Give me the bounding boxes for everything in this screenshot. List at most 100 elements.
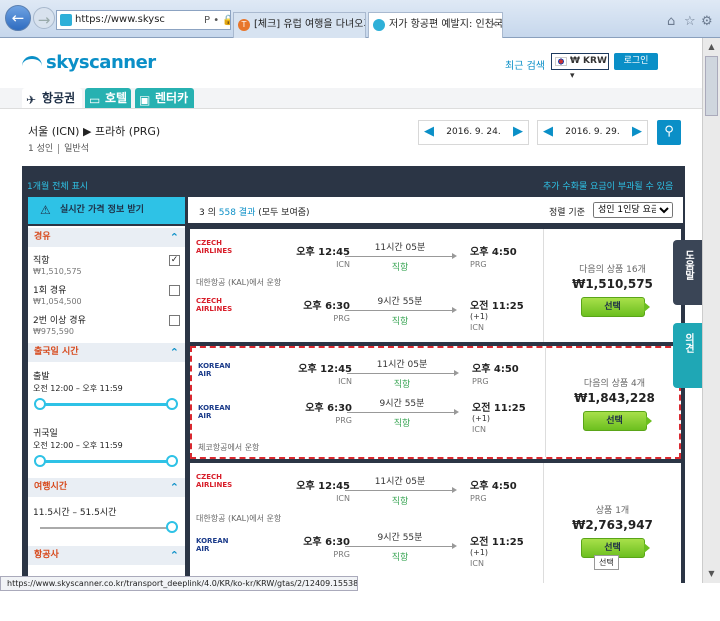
next-date-icon[interactable]: ▶ xyxy=(632,124,642,139)
filter-panel: 경유 ⌃ 직항 ₩1,510,575 ✓ 1회 경유 ₩1,054,500 2번 이상… xyxy=(28,226,185,583)
slider-handle-min[interactable] xyxy=(34,455,46,467)
sort-label: 정렬 기준 xyxy=(549,208,585,218)
return-leg: CZECH AIRLINES 오후 6:30 PRG 9시간 55분 직항 오전 1… xyxy=(190,287,543,339)
return-time-label: 귀국일 오전 12:00 – 오후 11:59 xyxy=(33,429,123,450)
tab-label: 저가 항공편 예발지: 인천국... xyxy=(389,19,503,30)
deal-count: 상품 1개 xyxy=(595,506,630,516)
airline-logo: CZECH AIRLINES xyxy=(196,297,233,313)
slider-handle-min[interactable] xyxy=(34,398,46,410)
login-button[interactable]: 로그인 xyxy=(614,53,658,70)
depart-time: 오후 12:45 ICN xyxy=(296,481,350,503)
scroll-up-icon[interactable]: ▲ xyxy=(705,40,718,54)
duration-filter-header[interactable]: 여행시간 ⌃ xyxy=(28,478,185,497)
result-card[interactable]: CZECH AIRLINES 오후 12:45 ICN 11시간 05분 직항 오후… xyxy=(190,229,681,342)
back-button[interactable]: ← xyxy=(5,5,31,31)
favorites-icon[interactable]: ☆ xyxy=(684,14,696,29)
recent-searches-link[interactable]: 최근 검색 xyxy=(505,57,545,72)
home-icon[interactable]: ⌂ xyxy=(667,14,675,29)
outbound-time-label: 출발 오전 12:00 – 오후 11:59 xyxy=(33,372,123,393)
tab-favicon: T xyxy=(238,19,250,31)
price-box: 다음의 상품 4개 ₩1,843,228 선택 xyxy=(546,376,683,431)
feedback-side-tab[interactable]: 의견 xyxy=(673,323,703,388)
outbound-leg: CZECH AIRLINES 오후 12:45 ICN 11시간 05분 직항 오후… xyxy=(190,229,543,281)
duration-slider[interactable] xyxy=(40,527,173,529)
passenger-info[interactable]: 1 성인 일반석 xyxy=(28,141,89,154)
deal-count: 다음의 상품 16개 xyxy=(579,265,646,275)
browser-tab-1[interactable]: T [체크] 유럽 여행을 다녀오기 ... xyxy=(233,12,366,38)
price: ₩1,843,228 xyxy=(574,391,655,405)
slider-handle-max[interactable] xyxy=(166,398,178,410)
close-tab-icon[interactable]: × xyxy=(490,13,498,37)
tab-car-rental[interactable]: ▣ 렌터카 xyxy=(135,88,194,108)
flight-duration: 11시간 05분 직항 xyxy=(345,474,457,507)
return-leg: KOREAN AIR 오후 6:30 PRG 9시간 55분 직항 오전 11:25… xyxy=(190,523,543,575)
select-button[interactable]: 선택 xyxy=(580,297,650,317)
return-date-picker[interactable]: ◀ 2016. 9. 29. ▶ xyxy=(537,120,648,145)
help-side-tab[interactable]: 도움말 xyxy=(673,240,703,305)
slider-handle-max[interactable] xyxy=(166,521,178,533)
depart-time: 오후 12:45 ICN xyxy=(298,364,352,386)
tab-flights[interactable]: ✈ 항공권 xyxy=(22,88,82,108)
window-bottom xyxy=(0,598,720,621)
search-button[interactable]: ⚲ xyxy=(657,120,681,145)
plane-icon: ✈ xyxy=(26,93,37,107)
times-filter-header[interactable]: 출국일 시간 ⌃ xyxy=(28,343,185,362)
price: ₩2,763,947 xyxy=(572,518,653,532)
results-toolbar: 3 의 558 결과 (모두 보여줌) 정렬 기준 성인 1인당 요금 xyxy=(188,197,683,223)
route-title[interactable]: 서울 (ICN) ▶ 프라하 (PRG) xyxy=(28,123,160,139)
currency-selector[interactable]: ₩ KRW ▾ xyxy=(551,53,609,81)
chevron-up-icon: ⌃ xyxy=(169,549,179,562)
deal-count: 다음의 상품 4개 xyxy=(583,379,646,389)
chevron-up-icon: ⌃ xyxy=(169,346,179,359)
result-card[interactable]: KOREAN AIR 오후 12:45 ICN 11시간 05분 직항 오후 4:5… xyxy=(190,346,681,459)
arrive-time: 오후 4:50 PRG xyxy=(472,364,519,386)
multi-stop-checkbox[interactable] xyxy=(169,315,180,326)
scroll-down-icon[interactable]: ▼ xyxy=(705,567,718,581)
flight-duration: 11시간 05분 직항 xyxy=(347,357,459,390)
scroll-thumb[interactable] xyxy=(705,56,718,116)
depart-time: 오후 6:30 PRG xyxy=(305,403,352,425)
gear-icon[interactable]: ⚙ xyxy=(701,14,713,29)
arrive-time: 오후 4:50 PRG xyxy=(470,481,517,503)
korea-flag-icon xyxy=(555,57,567,66)
sort-select[interactable]: 성인 1인당 요금 xyxy=(593,202,673,218)
return-date: 2016. 9. 29. xyxy=(565,127,620,137)
chevron-up-icon: ⌃ xyxy=(169,231,179,244)
month-view-link[interactable]: 1개월 전체 표시 xyxy=(27,179,88,192)
car-icon: ▣ xyxy=(139,93,151,107)
browser-toolbar: ← → https://www.skysc Ρ • 🔒 Skysc T [체크]… xyxy=(0,0,720,39)
tooltip: 선택 xyxy=(594,555,619,570)
select-button[interactable]: 선택 xyxy=(582,411,652,431)
airline-filter-header[interactable]: 항공사 ⌃ xyxy=(28,546,185,565)
depart-date-picker[interactable]: ◀ 2016. 9. 24. ▶ xyxy=(418,120,529,145)
filter-direct[interactable]: 직항 ₩1,510,575 xyxy=(33,253,82,276)
fee-notice-link[interactable]: 추가 수화물 요금이 부과될 수 있음 xyxy=(543,179,673,192)
flight-duration: 9시간 55분 직항 xyxy=(345,294,457,327)
slider-handle-max[interactable] xyxy=(166,455,178,467)
scrollbar[interactable]: ▲ ▼ xyxy=(702,38,720,583)
arrive-time: 오전 11:25 (+1) ICN xyxy=(470,301,524,332)
return-time-slider[interactable] xyxy=(40,460,173,463)
browser-tab-2[interactable]: 저가 항공편 예발지: 인천국... × xyxy=(368,12,503,39)
skyscanner-logo[interactable]: skyscanner xyxy=(22,52,156,73)
duration-range: 11.5시간 – 51.5시간 xyxy=(33,508,117,518)
filter-multi-stop[interactable]: 2번 이상 경유 ₩975,590 xyxy=(33,313,86,336)
one-stop-checkbox[interactable] xyxy=(169,285,180,296)
filter-one-stop[interactable]: 1회 경유 ₩1,054,500 xyxy=(33,283,82,306)
airline-logo: CZECH AIRLINES xyxy=(196,239,233,255)
depart-time: 오후 12:45 ICN xyxy=(296,247,350,269)
price-alert-button[interactable]: ⚠ 실시간 가격 정보 받기 xyxy=(28,197,185,224)
operator-note: 체코항공에서 운항 xyxy=(198,443,260,452)
outbound-time-slider[interactable] xyxy=(40,403,173,406)
stops-filter-header[interactable]: 경유 ⌃ xyxy=(28,228,185,247)
outbound-leg: CZECH AIRLINES 오후 12:45 ICN 11시간 05분 직항 오후… xyxy=(190,463,543,515)
price-box: 다음의 상품 16개 ₩1,510,575 선택 xyxy=(544,262,681,317)
address-bar[interactable]: https://www.skysc Ρ • 🔒 Skysc xyxy=(56,10,231,30)
next-date-icon[interactable]: ▶ xyxy=(513,124,523,139)
forward-button[interactable]: → xyxy=(33,7,55,29)
chevron-up-icon: ⌃ xyxy=(169,481,179,494)
site-header: skyscanner 최근 검색 ₩ KRW ▾ 로그인 ✈ 항공권 ▭ 호텔 … xyxy=(0,38,702,163)
search-icon: ⚲ xyxy=(664,124,674,139)
tab-hotels[interactable]: ▭ 호텔 xyxy=(85,88,131,108)
direct-checkbox[interactable]: ✓ xyxy=(169,255,180,266)
